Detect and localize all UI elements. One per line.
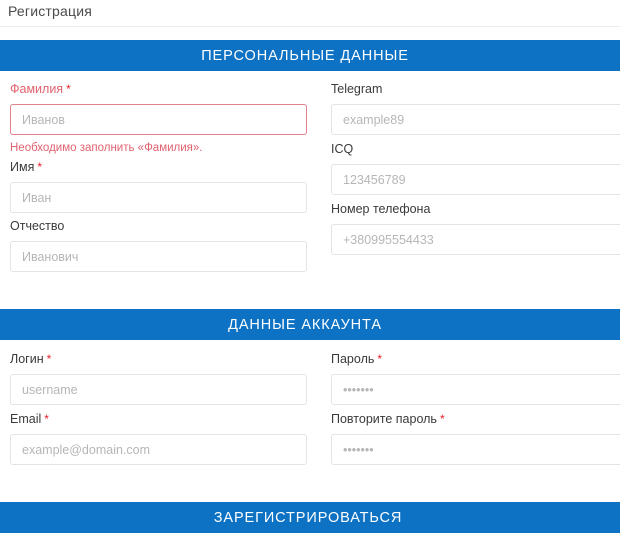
phone-input[interactable] (331, 224, 620, 255)
required-asterisk: * (439, 412, 445, 426)
field-email-label: Email * (10, 411, 307, 427)
required-asterisk: * (66, 82, 71, 96)
field-firstname: Имя * (10, 159, 307, 213)
page-title: Регистрация (8, 3, 93, 19)
field-password: Пароль * (331, 351, 620, 405)
field-telegram: Telegram (331, 81, 620, 135)
field-telegram-label: Telegram (331, 81, 620, 97)
email-input[interactable] (10, 434, 307, 465)
field-icq-label-text: ICQ (331, 142, 354, 156)
required-asterisk: * (37, 160, 43, 174)
field-icq-label: ICQ (331, 141, 620, 157)
patronymic-input[interactable] (10, 241, 307, 272)
field-surname: Фамилия* Необходимо заполнить «Фамилия». (10, 81, 307, 155)
field-firstname-label: Имя * (10, 159, 307, 175)
field-phone: Номер телефона (331, 201, 620, 255)
field-firstname-label-text: Имя (10, 160, 35, 174)
field-password-label-text: Пароль (331, 352, 375, 366)
field-patronymic-label: Отчество (10, 218, 307, 234)
registration-page: Регистрация ПЕРСОНАЛЬНЫЕ ДАННЫЕ Фамилия *… (0, 0, 620, 533)
password-repeat-input[interactable] (331, 434, 620, 465)
field-password-repeat: Повторите пароль * (331, 411, 620, 465)
field-patronymic: Отчество (10, 218, 307, 272)
required-asterisk: * (44, 412, 49, 426)
field-telegram-label-text: Telegram (331, 82, 383, 96)
field-phone-label-text: Номер телефона (331, 202, 431, 216)
field-login-label-text: Логин (10, 352, 44, 366)
firstname-input[interactable] (10, 182, 307, 213)
section-header-personal: ПЕРСОНАЛЬНЫЕ ДАННЫЕ (0, 40, 620, 71)
required-asterisk: * (46, 352, 52, 366)
icq-input[interactable] (331, 164, 620, 195)
field-email-label-text: Email (10, 412, 42, 426)
field-password-repeat-label-text: Повторите пароль (331, 412, 437, 426)
required-asterisk: * (377, 352, 383, 366)
surname-error-message: Необходимо заполнить «Фамилия». (10, 142, 203, 154)
telegram-input[interactable] (331, 104, 620, 135)
field-password-repeat-label: Повторите пароль * (331, 411, 620, 427)
register-submit-button[interactable]: ЗАРЕГИСТРИРОВАТЬСЯ (0, 502, 620, 533)
field-surname-label-text: Фамилия (10, 82, 64, 96)
field-password-label: Пароль * (331, 351, 620, 367)
field-login: Логин * (10, 351, 307, 405)
title-divider (0, 26, 620, 27)
password-input[interactable] (331, 374, 620, 405)
field-phone-label: Номер телефона (331, 201, 620, 217)
section-header-account: ДАННЫЕ АККАУНТА (0, 309, 620, 340)
field-patronymic-label-text: Отчество (10, 219, 65, 233)
login-input[interactable] (10, 374, 307, 405)
field-login-label: Логин * (10, 351, 307, 367)
field-icq: ICQ (331, 141, 620, 195)
field-surname-label: Фамилия * (10, 81, 307, 97)
field-email: Email * (10, 411, 307, 465)
surname-input[interactable] (10, 104, 307, 135)
